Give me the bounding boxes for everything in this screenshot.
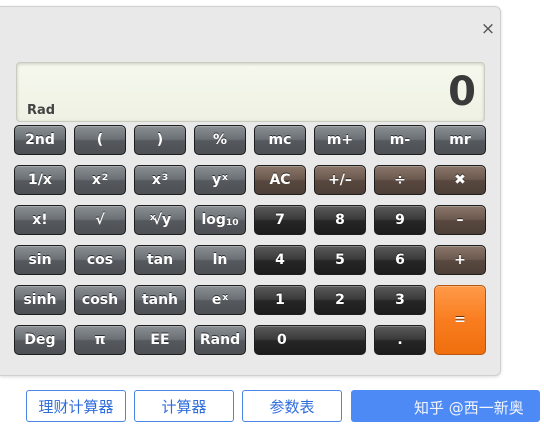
digit-2-key[interactable]: 2 xyxy=(314,285,366,315)
square-exponent: 2 xyxy=(101,173,109,183)
memory-subtract-key[interactable]: m- xyxy=(374,125,426,155)
tab-parameter-table[interactable]: 参数表 xyxy=(242,390,342,422)
close-icon[interactable]: × xyxy=(480,20,496,38)
cube-base: x xyxy=(151,172,161,188)
random-key[interactable]: Rand xyxy=(194,325,246,355)
factorial-key[interactable]: x! xyxy=(14,205,66,235)
memory-recall-key[interactable]: mr xyxy=(434,125,486,155)
left-paren-key[interactable]: ( xyxy=(74,125,126,155)
equals-key[interactable]: = xyxy=(434,285,486,355)
digit-4-key[interactable]: 4 xyxy=(254,245,306,275)
square-root-key[interactable]: √ xyxy=(74,205,126,235)
all-clear-key[interactable]: AC xyxy=(254,165,306,195)
memory-add-key[interactable]: m+ xyxy=(314,125,366,155)
root-index: x xyxy=(149,213,156,223)
pi-key[interactable]: π xyxy=(74,325,126,355)
divide-key[interactable]: ÷ xyxy=(374,165,426,195)
multiply-key[interactable]: ✖ xyxy=(434,165,486,195)
digit-3-key[interactable]: 3 xyxy=(374,285,426,315)
exponent-entry-key[interactable]: EE xyxy=(134,325,186,355)
right-paren-key[interactable]: ) xyxy=(134,125,186,155)
exp-base: e xyxy=(211,292,222,308)
digit-0-key[interactable]: 0 xyxy=(254,325,366,355)
digit-8-key[interactable]: 8 xyxy=(314,205,366,235)
second-function-key[interactable]: 2nd xyxy=(14,125,66,155)
angle-mode-indicator: Rad xyxy=(27,103,56,118)
power-exponent: x xyxy=(222,173,228,183)
cube-exponent: 3 xyxy=(161,173,169,183)
tangent-key[interactable]: tan xyxy=(134,245,186,275)
square-key[interactable]: x2 xyxy=(74,165,126,195)
power-key[interactable]: yx xyxy=(194,165,246,195)
cosine-key[interactable]: cos xyxy=(74,245,126,275)
sine-key[interactable]: sin xyxy=(14,245,66,275)
power-base: y xyxy=(212,172,222,188)
exponential-key[interactable]: ex xyxy=(194,285,246,315)
hyperbolic-sine-key[interactable]: sinh xyxy=(14,285,66,315)
tab-financial-calculator[interactable]: 理财计算器 xyxy=(26,390,126,422)
percent-key[interactable]: % xyxy=(194,125,246,155)
digit-7-key[interactable]: 7 xyxy=(254,205,306,235)
digit-5-key[interactable]: 5 xyxy=(314,245,366,275)
subtract-key[interactable]: – xyxy=(434,205,486,235)
digit-9-key[interactable]: 9 xyxy=(374,205,426,235)
add-key[interactable]: + xyxy=(434,245,486,275)
log-base: 10 xyxy=(225,218,239,228)
calculator-display: Rad 0 xyxy=(16,62,485,122)
cube-key[interactable]: x3 xyxy=(134,165,186,195)
memory-clear-key[interactable]: mc xyxy=(254,125,306,155)
watermark-text: 知乎 @西一新奥 xyxy=(414,399,524,417)
sign-toggle-key[interactable]: +/– xyxy=(314,165,366,195)
degree-mode-key[interactable]: Deg xyxy=(14,325,66,355)
exp-exponent: x xyxy=(222,293,229,303)
log-label: log xyxy=(201,212,226,228)
log10-key[interactable]: log 10 xyxy=(194,205,246,235)
digit-1-key[interactable]: 1 xyxy=(254,285,306,315)
decimal-point-key[interactable]: . xyxy=(374,325,426,355)
display-value: 0 xyxy=(448,69,476,115)
nth-root-key[interactable]: x √y xyxy=(134,205,186,235)
tab-calculator[interactable]: 计算器 xyxy=(134,390,234,422)
square-base: x xyxy=(91,172,101,188)
hyperbolic-tangent-key[interactable]: tanh xyxy=(134,285,186,315)
digit-6-key[interactable]: 6 xyxy=(374,245,426,275)
reciprocal-key[interactable]: 1/x xyxy=(14,165,66,195)
natural-log-key[interactable]: ln xyxy=(194,245,246,275)
hyperbolic-cosine-key[interactable]: cosh xyxy=(74,285,126,315)
